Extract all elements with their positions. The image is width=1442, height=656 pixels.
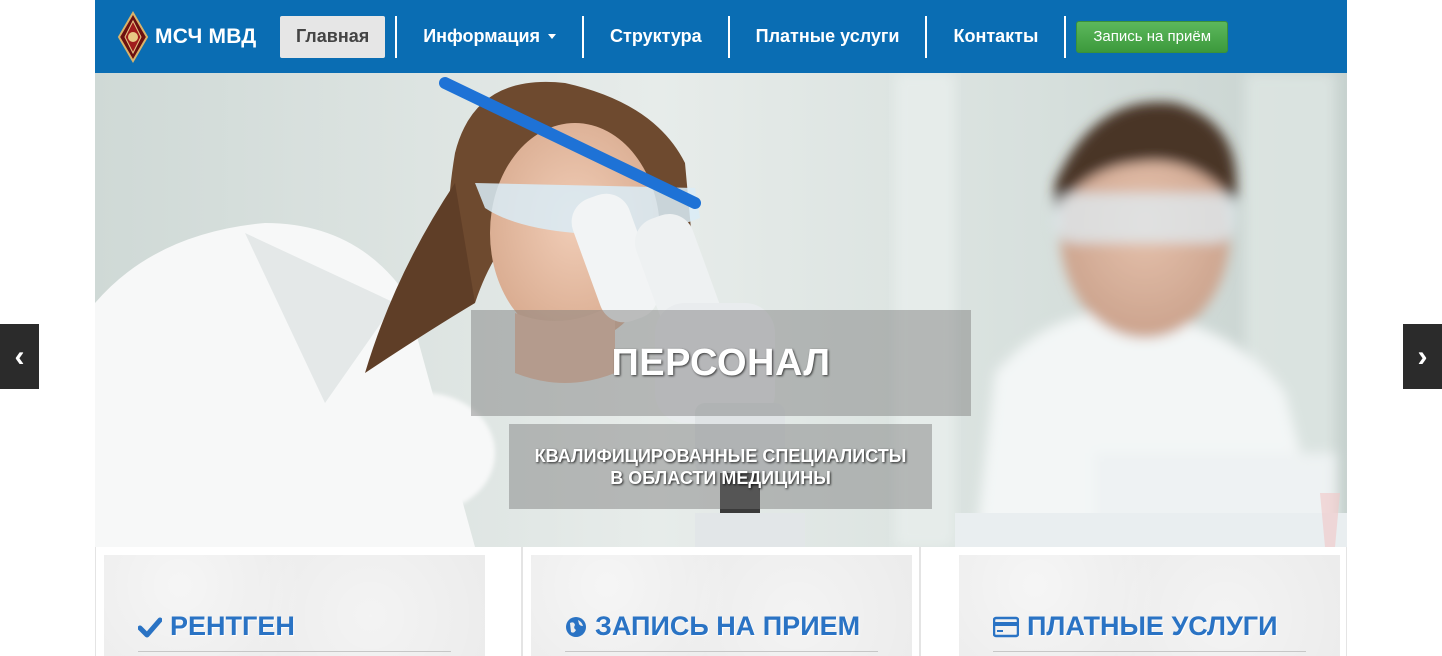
slide-title: ПЕРСОНАЛ bbox=[471, 310, 971, 416]
nav-item-info[interactable]: Информация bbox=[395, 15, 585, 58]
card-title-text: ПЛАТНЫЕ УСЛУГИ bbox=[1027, 611, 1278, 641]
divider bbox=[138, 651, 451, 652]
feature-cards: РЕНТГЕН ЗАПИСЬ НА ПРИЕМ ПЛАТНЫЕ УСЛУГИ bbox=[95, 547, 1347, 656]
divider bbox=[565, 651, 878, 652]
slide-subtitle: КВАЛИФИЦИРОВАННЫЕ СПЕЦИАЛИСТЫ В ОБЛАСТИ … bbox=[509, 424, 932, 509]
card-column: ПЛАТНЫЕ УСЛУГИ bbox=[920, 547, 1347, 656]
card-title: РЕНТГЕН bbox=[138, 611, 295, 642]
nav-item-structure[interactable]: Структура bbox=[584, 15, 730, 58]
nav-item-paid-services[interactable]: Платные услуги bbox=[730, 15, 928, 58]
card-title: ПЛАТНЫЕ УСЛУГИ bbox=[993, 611, 1278, 642]
hero-slider: ПЕРСОНАЛ КВАЛИФИЦИРОВАННЫЕ СПЕЦИАЛИСТЫ В… bbox=[95, 73, 1347, 547]
feature-card-appointment[interactable]: ЗАПИСЬ НА ПРИЕМ bbox=[531, 555, 912, 656]
nav-item-label: Структура bbox=[610, 26, 702, 46]
police-shield-emblem-icon bbox=[117, 10, 149, 63]
main-nav: Главная Информация Структура Платные усл… bbox=[280, 0, 1229, 73]
brand[interactable]: МСЧ МВД bbox=[117, 10, 277, 63]
nav-item-label: Контакты bbox=[953, 26, 1039, 46]
card-title: ЗАПИСЬ НА ПРИЕМ bbox=[565, 611, 860, 642]
slider-prev-button[interactable]: ‹ bbox=[0, 324, 39, 389]
divider bbox=[993, 651, 1306, 652]
card-column: РЕНТГЕН bbox=[95, 547, 522, 656]
nav-item-home[interactable]: Главная bbox=[280, 15, 386, 58]
credit-card-icon bbox=[993, 616, 1019, 637]
brand-name: МСЧ МВД bbox=[155, 24, 257, 48]
caret-down-icon bbox=[548, 34, 557, 39]
checkmark-icon bbox=[138, 617, 162, 637]
top-navbar: МСЧ МВД Главная Информация Структура Пла… bbox=[95, 0, 1347, 73]
slider-next-button[interactable]: › bbox=[1403, 324, 1442, 389]
chevron-right-icon: › bbox=[1417, 339, 1428, 373]
slide-subtitle-line: В ОБЛАСТИ МЕДИЦИНЫ bbox=[610, 467, 831, 488]
chevron-left-icon: ‹ bbox=[14, 339, 25, 373]
globe-icon bbox=[566, 616, 586, 637]
nav-item-label: Информация bbox=[423, 26, 541, 46]
card-column: ЗАПИСЬ НА ПРИЕМ bbox=[522, 547, 920, 656]
page: МСЧ МВД Главная Информация Структура Пла… bbox=[0, 0, 1442, 656]
card-title-text: ЗАПИСЬ НА ПРИЕМ bbox=[595, 611, 861, 641]
nav-item-label: Платные услуги bbox=[755, 26, 900, 46]
nav-item-contacts[interactable]: Контакты bbox=[927, 15, 1067, 58]
appointment-button[interactable]: Запись на приём bbox=[1076, 20, 1229, 53]
slide-subtitle-line: КВАЛИФИЦИРОВАННЫЕ СПЕЦИАЛИСТЫ bbox=[534, 445, 907, 466]
feature-card-xray[interactable]: РЕНТГЕН bbox=[104, 555, 485, 656]
nav-item-label: Главная bbox=[296, 26, 370, 46]
feature-card-paid-services[interactable]: ПЛАТНЫЕ УСЛУГИ bbox=[959, 555, 1340, 656]
card-title-text: РЕНТГЕН bbox=[170, 611, 295, 641]
